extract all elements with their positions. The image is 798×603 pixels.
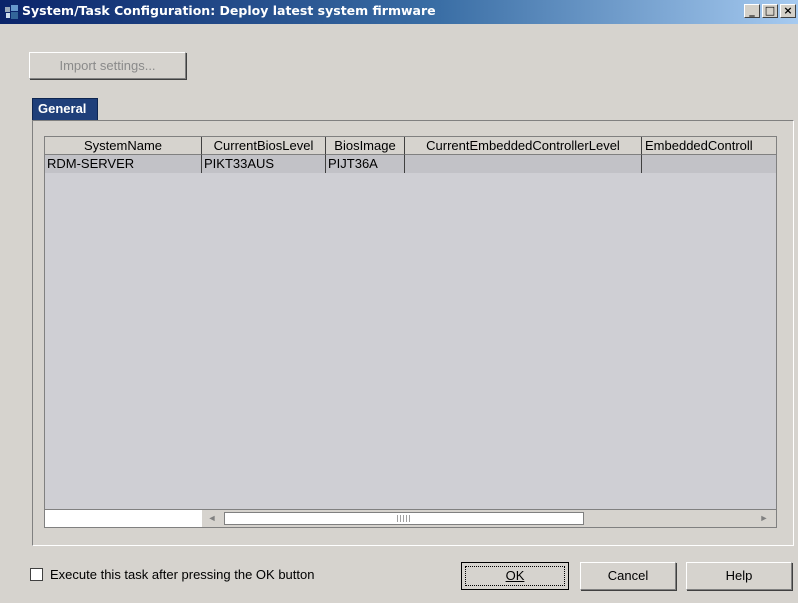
scroll-left-icon[interactable]: ◄ <box>204 511 220 526</box>
execute-task-label[interactable]: Execute this task after pressing the OK … <box>50 567 314 582</box>
close-button[interactable]: × <box>780 4 796 18</box>
cell-biosimage[interactable]: PIJT36A <box>326 155 405 173</box>
help-button[interactable]: Help <box>686 562 792 590</box>
cancel-label: Cancel <box>607 568 649 583</box>
table-row[interactable]: RDM-SERVER PIKT33AUS PIJT36A <box>45 155 776 173</box>
scroll-right-icon[interactable]: ► <box>756 511 772 526</box>
scrollbar-thumb[interactable] <box>224 512 584 525</box>
column-header-systemname[interactable]: SystemName <box>45 137 202 155</box>
app-icon <box>5 5 18 19</box>
column-header-biosimage[interactable]: BiosImage <box>326 137 405 155</box>
grip-icon <box>397 515 411 522</box>
cell-systemname[interactable]: RDM-SERVER <box>45 155 202 173</box>
column-header-currentbioslevel[interactable]: CurrentBiosLevel <box>202 137 326 155</box>
column-header-currentembeddedcontrollerlevel[interactable]: CurrentEmbeddedControllerLevel <box>405 137 642 155</box>
cancel-button[interactable]: Cancel <box>580 562 676 590</box>
tab-general[interactable]: General <box>32 98 98 120</box>
scroll-corner <box>45 509 202 527</box>
cell-embeddedcontroller[interactable] <box>642 155 776 173</box>
window-title: System/Task Configuration: Deploy latest… <box>22 3 436 18</box>
execute-task-checkbox[interactable] <box>30 568 43 581</box>
maximize-button[interactable]: □ <box>762 4 778 18</box>
horizontal-scrollbar[interactable]: ◄ ► <box>202 509 776 527</box>
help-label: Help <box>725 568 753 583</box>
minimize-button[interactable]: _ <box>744 4 760 18</box>
ok-button[interactable]: OK <box>461 562 569 590</box>
title-bar: System/Task Configuration: Deploy latest… <box>0 0 798 24</box>
cell-currentembeddedcontrollerlevel[interactable] <box>405 155 642 173</box>
column-header-embeddedcontroller[interactable]: EmbeddedControll <box>642 137 776 155</box>
import-settings-button[interactable]: Import settings... <box>29 52 186 79</box>
focus-ring <box>465 566 565 586</box>
cell-currentbioslevel[interactable]: PIKT33AUS <box>202 155 326 173</box>
systems-table: SystemName CurrentBiosLevel BiosImage Cu… <box>44 136 777 528</box>
import-settings-label: Import settings... <box>59 58 156 73</box>
table-header: SystemName CurrentBiosLevel BiosImage Cu… <box>45 137 776 155</box>
